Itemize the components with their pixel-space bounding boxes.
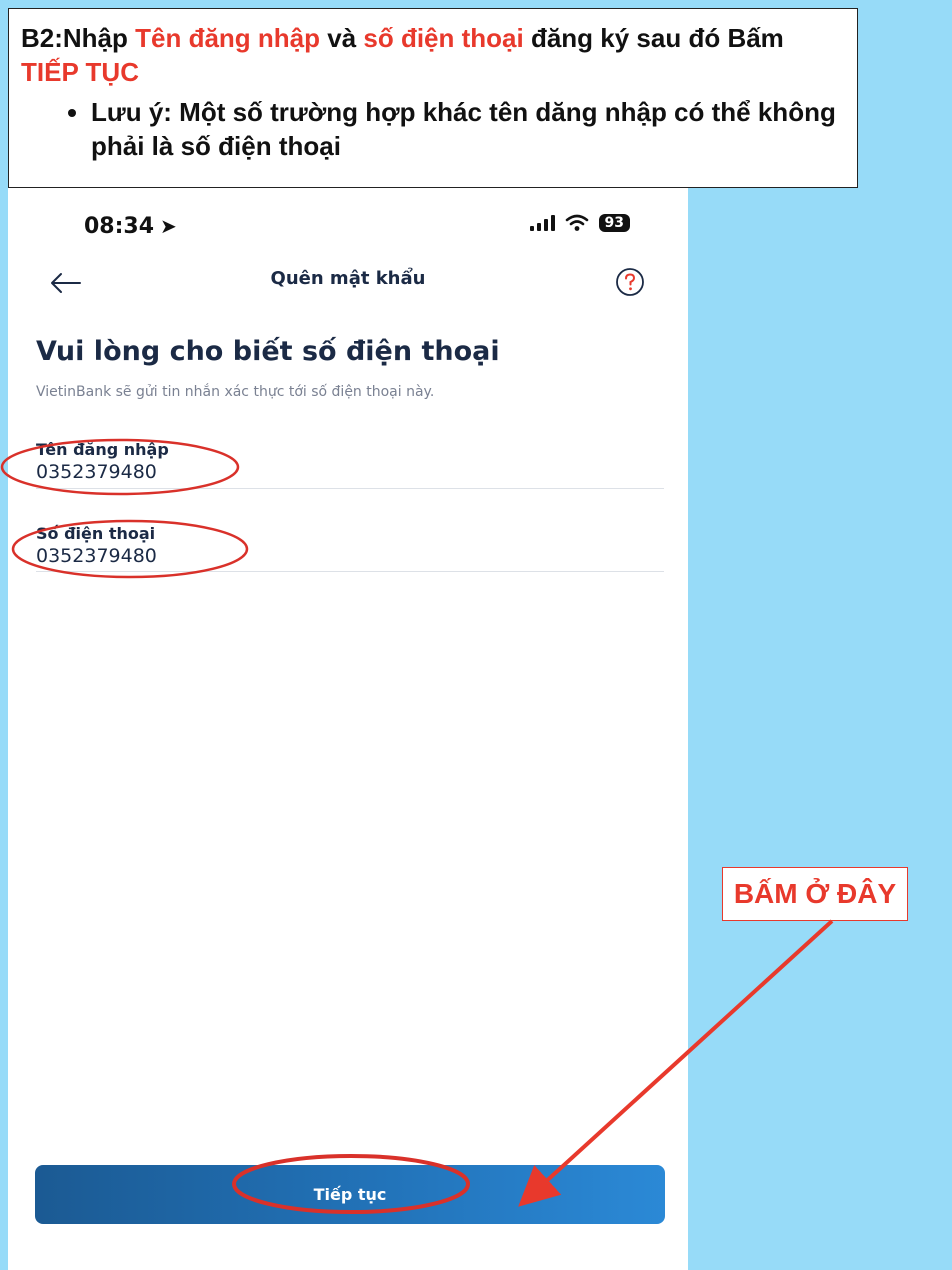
phone-screen: 08:34 ➤ 93 Quên mật khẩu Vui lòng cho biế… xyxy=(8,188,688,1270)
instruction-phone-term: số điện thoại xyxy=(363,23,524,53)
instruction-main: B2:Nhập Tên đăng nhập và số điện thoại đ… xyxy=(21,21,847,89)
status-time-text: 08:34 xyxy=(84,214,155,239)
continue-button-label: Tiếp tục xyxy=(313,1185,387,1204)
click-here-callout: BẤM Ở ĐÂY xyxy=(722,867,908,921)
phone-field[interactable]: Số điện thoại 0352379480 xyxy=(36,524,664,572)
continue-button[interactable]: Tiếp tục xyxy=(35,1165,665,1224)
page-headline: Vui lòng cho biết số điện thoại xyxy=(36,336,500,367)
status-time: 08:34 ➤ xyxy=(84,214,177,239)
phone-label: Số điện thoại xyxy=(36,524,156,543)
username-field[interactable]: Tên đăng nhập 0352379480 xyxy=(36,440,664,489)
phone-value[interactable]: 0352379480 xyxy=(36,545,664,567)
battery-icon: 93 xyxy=(598,214,630,232)
signal-icon xyxy=(529,215,555,231)
username-value[interactable]: 0352379480 xyxy=(36,461,664,483)
wifi-icon xyxy=(565,214,588,231)
location-arrow-icon: ➤ xyxy=(160,214,177,238)
instruction-username-term: Tên đăng nhập xyxy=(135,23,321,53)
page-subline: VietinBank sẽ gửi tin nhắn xác thực tới … xyxy=(36,384,435,400)
instruction-step-prefix: B2:Nhập xyxy=(21,23,136,53)
instruction-continue-term: TIẾP TỤC xyxy=(21,57,139,87)
instruction-mid-text: đăng ký sau đó Bấm xyxy=(523,23,784,53)
instruction-note: Lưu ý: Một số trường hợp khác tên dăng n… xyxy=(91,95,847,163)
instruction-and: và xyxy=(320,23,364,53)
status-icons: 93 xyxy=(529,214,630,232)
instruction-note-list: Lưu ý: Một số trường hợp khác tên dăng n… xyxy=(21,95,847,163)
instruction-box: B2:Nhập Tên đăng nhập và số điện thoại đ… xyxy=(8,8,858,188)
help-icon[interactable] xyxy=(614,266,646,298)
username-label: Tên đăng nhập xyxy=(36,440,169,459)
nav-title: Quên mật khẩu xyxy=(270,268,426,289)
callout-text: BẤM Ở ĐÂY xyxy=(733,878,897,909)
